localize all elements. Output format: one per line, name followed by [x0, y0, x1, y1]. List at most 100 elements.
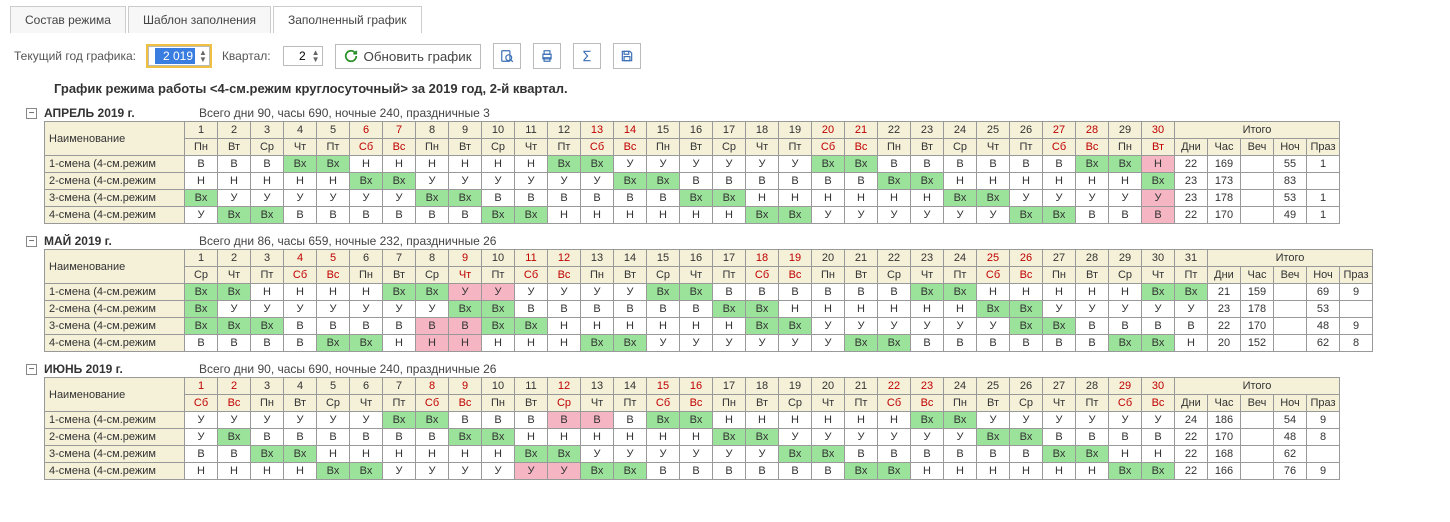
tab-1[interactable]: Шаблон заполнения	[128, 6, 271, 33]
cell[interactable]: У	[911, 318, 944, 335]
cell[interactable]: Вх	[218, 429, 251, 446]
cell[interactable]: Н	[746, 412, 779, 429]
cell[interactable]: Вх	[1010, 207, 1043, 224]
collapse-button[interactable]: −	[26, 364, 37, 375]
cell[interactable]: В	[1142, 318, 1175, 335]
cell[interactable]: Н	[812, 190, 845, 207]
cell[interactable]: У	[911, 207, 944, 224]
cell[interactable]: В	[251, 335, 284, 352]
cell[interactable]: Н	[977, 284, 1010, 301]
cell[interactable]: Вх	[1109, 335, 1142, 352]
cell[interactable]: В	[977, 335, 1010, 352]
cell[interactable]: У	[218, 301, 251, 318]
cell[interactable]: В	[911, 156, 944, 173]
cell[interactable]: В	[449, 318, 482, 335]
cell[interactable]: В	[251, 156, 284, 173]
cell[interactable]: Вх	[779, 318, 812, 335]
cell[interactable]: Вх	[383, 284, 416, 301]
cell[interactable]: Вх	[185, 284, 218, 301]
cell[interactable]: У	[614, 446, 647, 463]
cell[interactable]: Вх	[515, 318, 548, 335]
cell[interactable]: У	[680, 156, 713, 173]
cell[interactable]: У	[548, 463, 581, 480]
collapse-button[interactable]: −	[26, 108, 37, 119]
cell[interactable]: У	[317, 301, 350, 318]
cell[interactable]: Вх	[350, 173, 383, 190]
cell[interactable]: Н	[416, 156, 449, 173]
cell[interactable]: Н	[1043, 173, 1076, 190]
cell[interactable]: Вх	[218, 207, 251, 224]
cell[interactable]: Вх	[218, 284, 251, 301]
cell[interactable]: Вх	[911, 284, 944, 301]
cell[interactable]: Вх	[1142, 335, 1175, 352]
cell[interactable]: В	[647, 301, 680, 318]
cell[interactable]: В	[812, 284, 845, 301]
cell[interactable]: Вх	[581, 335, 614, 352]
cell[interactable]: В	[515, 190, 548, 207]
cell[interactable]: У	[746, 446, 779, 463]
cell[interactable]: Вх	[416, 190, 449, 207]
cell[interactable]: У	[647, 335, 680, 352]
cell[interactable]: Вх	[878, 463, 911, 480]
cell[interactable]: У	[383, 463, 416, 480]
cell[interactable]: Вх	[449, 190, 482, 207]
cell[interactable]: У	[317, 190, 350, 207]
cell[interactable]: Н	[416, 335, 449, 352]
cell[interactable]: В	[746, 173, 779, 190]
cell[interactable]: У	[284, 301, 317, 318]
cell[interactable]: Вх	[812, 156, 845, 173]
cell[interactable]: В	[515, 301, 548, 318]
cell[interactable]: В	[218, 446, 251, 463]
cell[interactable]: Н	[383, 446, 416, 463]
cell[interactable]: Н	[317, 446, 350, 463]
cell[interactable]: В	[944, 335, 977, 352]
cell[interactable]: Н	[911, 301, 944, 318]
cell[interactable]: Н	[449, 335, 482, 352]
cell[interactable]: У	[713, 156, 746, 173]
cell[interactable]: Вх	[746, 318, 779, 335]
cell[interactable]: Н	[581, 318, 614, 335]
cell[interactable]: У	[1076, 301, 1109, 318]
cell[interactable]: В	[878, 156, 911, 173]
cell[interactable]: В	[317, 207, 350, 224]
cell[interactable]: Вх	[1043, 318, 1076, 335]
cell[interactable]: Н	[515, 429, 548, 446]
cell[interactable]: У	[977, 318, 1010, 335]
cell[interactable]: У	[911, 429, 944, 446]
cell[interactable]: В	[350, 207, 383, 224]
cell[interactable]: Вх	[449, 429, 482, 446]
cell[interactable]: Вх	[944, 284, 977, 301]
cell[interactable]: Н	[977, 173, 1010, 190]
cell[interactable]: В	[779, 463, 812, 480]
cell[interactable]: У	[779, 429, 812, 446]
cell[interactable]: Н	[1043, 284, 1076, 301]
cell[interactable]: У	[1142, 190, 1175, 207]
cell[interactable]: В	[1142, 207, 1175, 224]
quarter-spinner[interactable]: ▲▼	[283, 46, 323, 66]
cell[interactable]: В	[1076, 429, 1109, 446]
cell[interactable]: У	[449, 173, 482, 190]
cell[interactable]: Н	[482, 446, 515, 463]
cell[interactable]: Вх	[614, 335, 647, 352]
cell[interactable]: Вх	[1076, 156, 1109, 173]
cell[interactable]: Н	[845, 412, 878, 429]
cell[interactable]: Вх	[614, 463, 647, 480]
cell[interactable]: Н	[548, 335, 581, 352]
cell[interactable]: Н	[449, 156, 482, 173]
cell[interactable]: Вх	[1175, 284, 1208, 301]
cell[interactable]: В	[416, 429, 449, 446]
cell[interactable]: У	[1142, 301, 1175, 318]
cell[interactable]: У	[383, 301, 416, 318]
cell[interactable]: В	[416, 318, 449, 335]
cell[interactable]: Н	[416, 446, 449, 463]
cell[interactable]: У	[812, 318, 845, 335]
cell[interactable]: Н	[944, 301, 977, 318]
cell[interactable]: Н	[845, 301, 878, 318]
cell[interactable]: Вх	[185, 301, 218, 318]
cell[interactable]: У	[812, 335, 845, 352]
cell[interactable]: У	[383, 190, 416, 207]
cell[interactable]: Н	[614, 429, 647, 446]
cell[interactable]: Н	[812, 301, 845, 318]
cell[interactable]: В	[779, 173, 812, 190]
cell[interactable]: Н	[251, 284, 284, 301]
